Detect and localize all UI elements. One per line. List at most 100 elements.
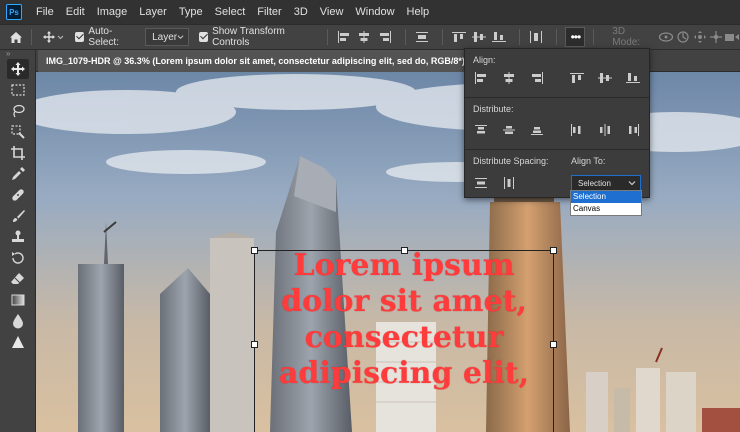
document-tab[interactable]: IMG_1079-HDR @ 36.3% (Lorem ipsum dolor …	[38, 50, 478, 72]
align-hcenter-icon	[359, 31, 370, 43]
align-bottom-icon	[492, 32, 507, 42]
menu-window[interactable]: Window	[349, 0, 400, 24]
more-align-options-button[interactable]: •••	[565, 27, 586, 47]
panel-distribute-right-button[interactable]	[625, 123, 641, 137]
align-to-options-list: Selection Canvas	[570, 190, 642, 216]
align-to-select[interactable]: Selection	[571, 175, 641, 191]
panel-distribute-top-button[interactable]	[473, 123, 489, 137]
quick-select-icon	[11, 125, 25, 139]
eraser-tool[interactable]	[7, 269, 29, 289]
marquee-icon	[11, 84, 25, 96]
history-brush-tool[interactable]	[7, 248, 29, 268]
menu-filter[interactable]: Filter	[251, 0, 287, 24]
quick-select-tool[interactable]	[7, 122, 29, 142]
lasso-tool[interactable]	[7, 101, 29, 121]
blur-tool[interactable]	[7, 311, 29, 331]
panel-align-vcenter-button[interactable]	[597, 71, 613, 85]
show-transform-checkbox[interactable]: Show Transform Controls	[199, 26, 313, 48]
menu-image[interactable]: Image	[91, 0, 134, 24]
menu-layer[interactable]: Layer	[133, 0, 173, 24]
move-tool-preset-icon[interactable]	[40, 30, 65, 44]
auto-select-checkbox[interactable]: Auto-Select:	[75, 26, 137, 48]
lasso-icon	[13, 104, 25, 118]
align-to-option-canvas[interactable]: Canvas	[571, 203, 641, 215]
panel-align-left-button[interactable]	[473, 71, 489, 85]
menu-help[interactable]: Help	[401, 0, 436, 24]
panel-align-right-button[interactable]	[529, 71, 545, 85]
panel-distribute-hcenter-button[interactable]	[597, 123, 613, 137]
clone-stamp-icon	[12, 230, 24, 242]
align-bottom-icon	[626, 73, 640, 83]
panel-distribute-bottom-button[interactable]	[529, 123, 545, 137]
auto-select-label: Auto-Select:	[88, 26, 119, 48]
menu-select[interactable]: Select	[209, 0, 252, 24]
home-icon[interactable]	[4, 31, 27, 44]
options-bar: Auto-Select: Layer Show Transform Contro…	[0, 24, 740, 50]
3d-orbit-icon[interactable]	[657, 31, 675, 43]
healing-brush-icon	[12, 189, 24, 201]
align-left-edges-button[interactable]	[336, 28, 352, 46]
distribute-bottom-icon	[531, 127, 543, 135]
panel-distribute-vcenter-button[interactable]	[501, 123, 517, 137]
blur-icon	[13, 314, 23, 329]
panel-grip-icon[interactable]: »	[0, 50, 35, 58]
crop-icon	[11, 146, 25, 160]
menu-type[interactable]: Type	[173, 0, 209, 24]
eyedropper-icon	[12, 167, 25, 180]
align-right-icon	[532, 72, 543, 84]
distribute-left-icon	[571, 124, 581, 136]
distribute-top-icon	[475, 125, 487, 134]
align-top-edges-button[interactable]	[451, 28, 467, 46]
distribute-vertical-icon	[415, 32, 428, 42]
distribute-horizontal-button[interactable]	[528, 28, 544, 46]
chevron-down-icon	[177, 35, 184, 40]
align-options-panel: Align: Distribute: Distribute Spacing: A…	[464, 48, 650, 198]
photoshop-logo-icon: Ps	[6, 4, 22, 20]
healing-brush-tool[interactable]	[7, 185, 29, 205]
align-top-icon	[451, 32, 466, 42]
distribute-vertical-button[interactable]	[414, 28, 430, 46]
align-horizontal-centers-button[interactable]	[356, 28, 372, 46]
gradient-icon	[11, 294, 25, 306]
panel-align-bottom-button[interactable]	[625, 71, 641, 85]
menu-3d[interactable]: 3D	[288, 0, 314, 24]
3d-mode-label: 3D Mode:	[612, 26, 641, 48]
align-hcenter-icon	[504, 72, 514, 84]
menu-view[interactable]: View	[314, 0, 350, 24]
panel-distribute-left-button[interactable]	[569, 123, 585, 137]
panel-distribute-horizontal-spacing-button[interactable]	[501, 176, 517, 190]
show-transform-checkmark-icon	[199, 32, 209, 42]
distribute-spacing-label: Distribute Spacing:	[473, 156, 549, 166]
distribute-vcenter-icon	[503, 126, 515, 134]
panel-distribute-vertical-spacing-button[interactable]	[473, 176, 489, 190]
distribute-vertical-spacing-icon	[475, 178, 487, 188]
move-tool[interactable]	[7, 59, 29, 79]
align-right-edges-button[interactable]	[377, 28, 393, 46]
eyedropper-tool[interactable]	[7, 164, 29, 184]
crop-tool[interactable]	[7, 143, 29, 163]
layer-select-value: Layer	[152, 31, 178, 43]
distribute-horizontal-spacing-icon	[504, 177, 514, 189]
menu-file[interactable]: File	[30, 0, 60, 24]
eraser-icon	[11, 273, 24, 284]
panel-divider	[465, 97, 649, 98]
layer-select[interactable]: Layer	[145, 28, 190, 46]
3d-scale-icon[interactable]	[724, 31, 740, 43]
clone-stamp-tool[interactable]	[7, 227, 29, 247]
3d-slide-icon[interactable]	[708, 30, 724, 44]
gradient-tool[interactable]	[7, 290, 29, 310]
menu-edit[interactable]: Edit	[60, 0, 91, 24]
canvas-text-layer[interactable]: Lorem ipsum dolor sit amet, consectetur …	[254, 248, 554, 392]
align-left-icon	[338, 31, 350, 43]
distribute-hcenter-icon	[600, 124, 610, 136]
dodge-tool[interactable]	[7, 332, 29, 352]
align-bottom-edges-button[interactable]	[491, 28, 507, 46]
3d-pan-icon[interactable]	[692, 30, 708, 44]
panel-align-top-button[interactable]	[569, 71, 585, 85]
panel-align-hcenter-button[interactable]	[501, 71, 517, 85]
align-to-option-selection[interactable]: Selection	[571, 191, 641, 203]
brush-tool[interactable]	[7, 206, 29, 226]
marquee-tool[interactable]	[7, 80, 29, 100]
align-vertical-centers-button[interactable]	[471, 28, 487, 46]
3d-roll-icon[interactable]	[675, 30, 691, 44]
